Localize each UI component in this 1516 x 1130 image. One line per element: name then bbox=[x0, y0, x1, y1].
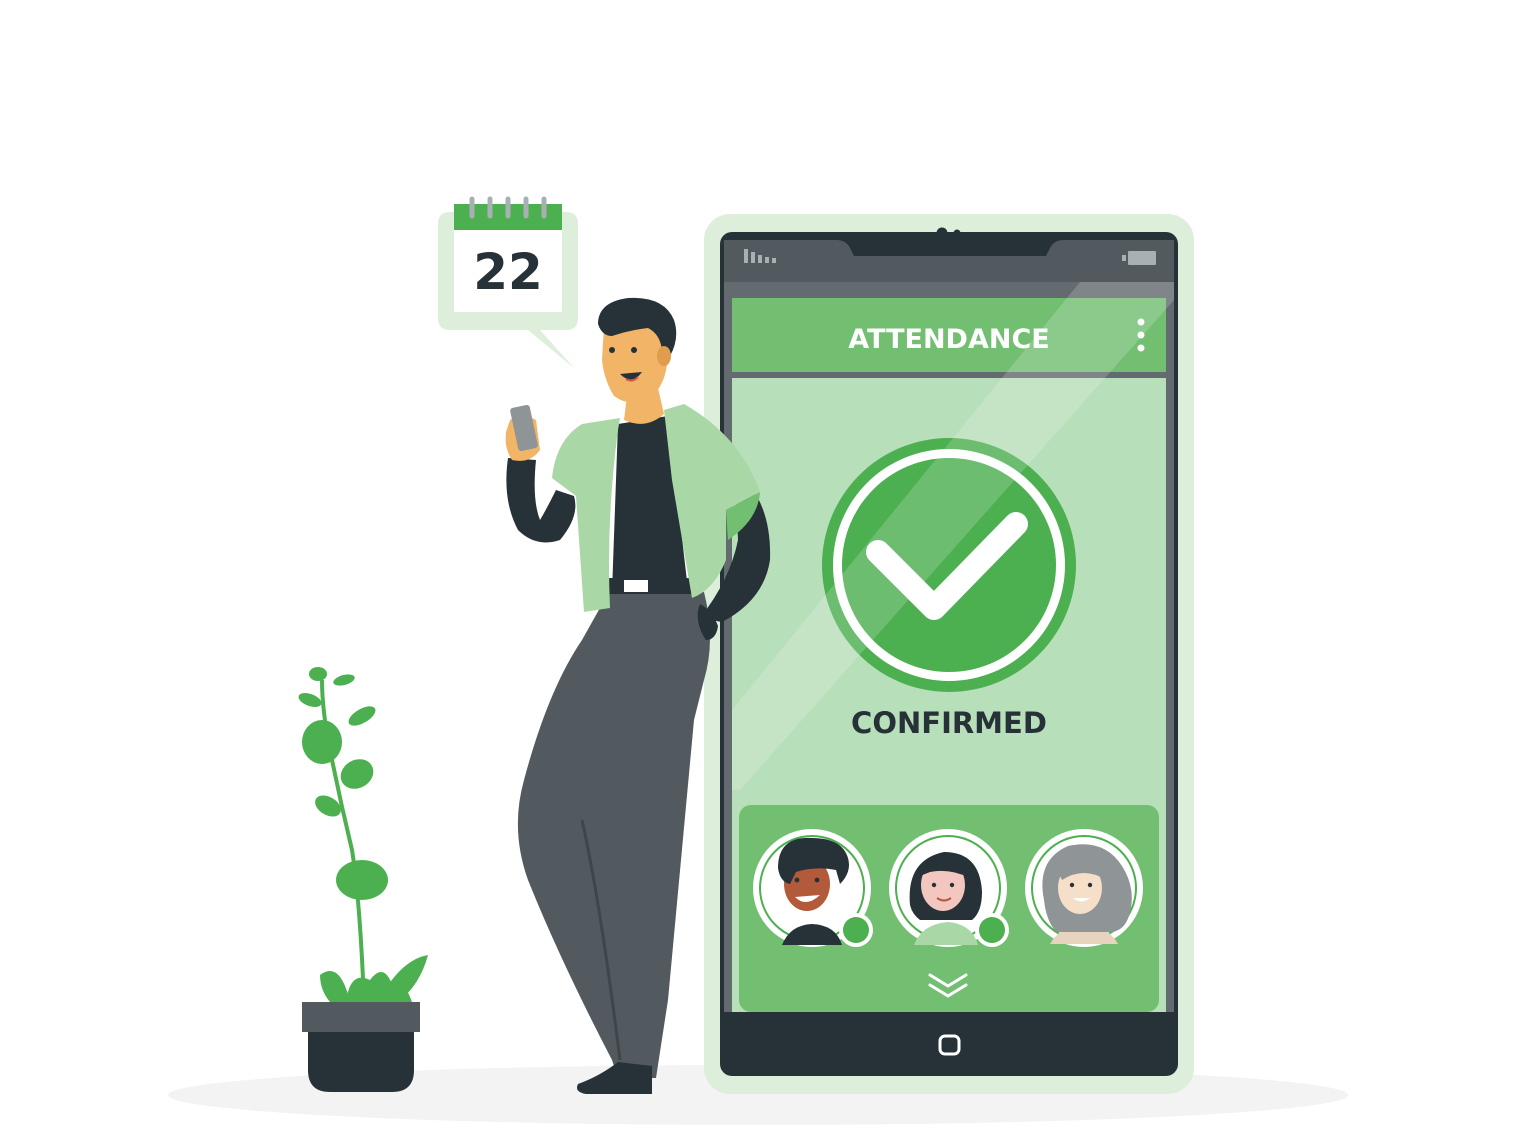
avatar-3[interactable] bbox=[1025, 829, 1143, 947]
calendar-bubble: 22 bbox=[438, 196, 578, 368]
man-eye-right bbox=[631, 347, 637, 353]
potted-plant bbox=[298, 667, 428, 1092]
pot-body bbox=[308, 1032, 414, 1092]
attendance-illustration: ATTENDANCE CONFIRMED 22 bbox=[168, 196, 1348, 1125]
phone: ATTENDANCE CONFIRMED bbox=[704, 214, 1194, 1094]
pot-rim bbox=[302, 1002, 420, 1032]
calendar-day: 22 bbox=[473, 243, 543, 301]
man-belt bbox=[608, 578, 694, 594]
attendees-panel bbox=[739, 805, 1159, 1012]
man-eye-left bbox=[609, 347, 615, 353]
app-title: ATTENDANCE bbox=[848, 324, 1049, 355]
man-ear bbox=[657, 346, 671, 366]
status-label: CONFIRMED bbox=[851, 706, 1047, 740]
